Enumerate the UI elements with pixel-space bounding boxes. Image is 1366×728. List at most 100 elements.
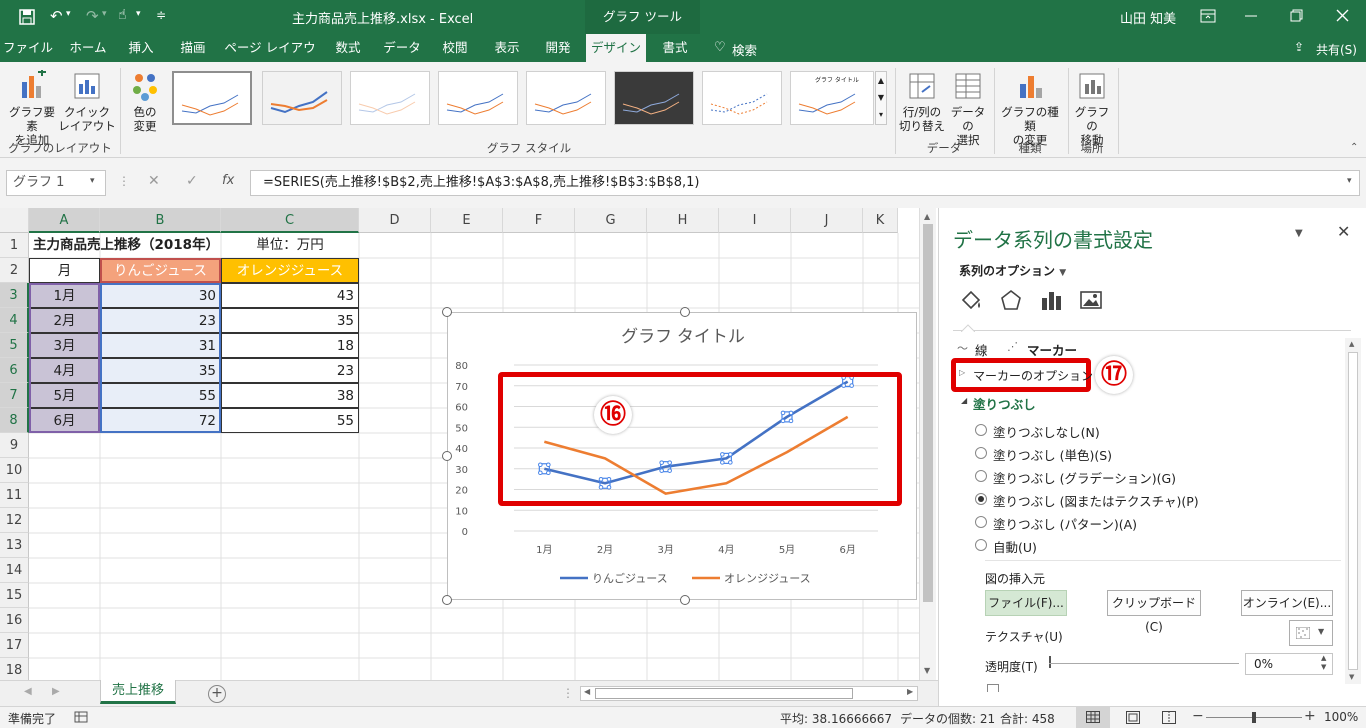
- change-colors-button[interactable]: 色の 変更: [122, 70, 168, 133]
- series-options-dropdown[interactable]: 系列のオプション ▼: [959, 262, 1066, 279]
- fill-radio[interactable]: [975, 470, 987, 482]
- marker-options-section[interactable]: マーカーのオプション: [973, 367, 1093, 384]
- fill-radio[interactable]: [975, 447, 987, 459]
- zoom-out-icon[interactable]: −: [1192, 708, 1204, 724]
- row-header[interactable]: 2: [0, 258, 29, 283]
- expand-triangle-icon[interactable]: ▷: [959, 368, 965, 377]
- name-box-dropdown-icon[interactable]: ▾: [90, 176, 95, 186]
- expand-formula-icon[interactable]: ▾: [1347, 176, 1352, 186]
- move-chart-button[interactable]: グラフの 移動: [1070, 70, 1114, 147]
- touch-dropdown-icon[interactable]: ▾: [136, 9, 141, 19]
- switch-row-column-button[interactable]: 行/列の 切り替え: [898, 70, 946, 133]
- fill-option-label[interactable]: 塗りつぶし (単色)(S): [993, 445, 1112, 464]
- row-header[interactable]: 10: [0, 458, 29, 483]
- sheet-tab-sales[interactable]: 売上推移: [100, 680, 176, 704]
- file-button[interactable]: ファイル(F)...: [985, 590, 1067, 616]
- tab-home[interactable]: ホーム: [60, 34, 116, 62]
- tab-formulas[interactable]: 数式: [322, 34, 374, 62]
- tab-page-layout[interactable]: ページ レイアウト: [222, 34, 318, 83]
- row-header[interactable]: 13: [0, 533, 29, 558]
- collapse-triangle-icon[interactable]: ◢: [961, 396, 967, 405]
- row-header[interactable]: 5: [0, 333, 29, 358]
- transparency-slider-handle[interactable]: [1049, 656, 1051, 668]
- row-header[interactable]: 1: [0, 233, 29, 258]
- fill-option-label[interactable]: 自動(U): [993, 537, 1037, 556]
- zoom-in-icon[interactable]: +: [1304, 708, 1316, 724]
- column-header-b[interactable]: B: [100, 208, 221, 233]
- online-button[interactable]: オンライン(E)...: [1241, 590, 1333, 616]
- orange-value-cell[interactable]: 23: [221, 358, 359, 383]
- row-header[interactable]: 12: [0, 508, 29, 533]
- user-name[interactable]: 山田 知美: [1120, 8, 1176, 27]
- scroll-down-icon[interactable]: ▼: [924, 666, 930, 675]
- share-icon[interactable]: ⇪: [1294, 40, 1304, 54]
- fill-option-label[interactable]: 塗りつぶし (図またはテクスチャ)(P): [993, 491, 1199, 510]
- row-header[interactable]: 8: [0, 408, 29, 433]
- header-cell[interactable]: 月: [29, 258, 100, 283]
- clipboard-button[interactable]: クリップボード(C): [1107, 590, 1201, 634]
- line-tab-icon[interactable]: 〜: [957, 340, 968, 356]
- fill-section[interactable]: 塗りつぶし: [973, 394, 1036, 413]
- row-header[interactable]: 14: [0, 558, 29, 583]
- header-cell[interactable]: オレンジジュース: [221, 258, 359, 283]
- vertical-scroll-thumb[interactable]: [923, 224, 933, 602]
- scroll-left-icon[interactable]: ◀: [584, 687, 590, 696]
- row-header[interactable]: 7: [0, 383, 29, 408]
- column-header-f[interactable]: F: [503, 208, 575, 233]
- column-header-d[interactable]: D: [359, 208, 431, 233]
- row-header[interactable]: 9: [0, 433, 29, 458]
- chart-style-1[interactable]: [172, 71, 252, 125]
- picture-icon[interactable]: [1079, 288, 1103, 312]
- pane-close-icon[interactable]: ✕: [1337, 222, 1350, 241]
- customize-qat-icon[interactable]: ≑: [156, 8, 166, 22]
- tab-view[interactable]: 表示: [484, 34, 530, 62]
- fill-radio[interactable]: [975, 493, 987, 505]
- orange-value-cell[interactable]: 43: [221, 283, 359, 308]
- fill-line-icon[interactable]: [957, 288, 983, 314]
- row-header[interactable]: 16: [0, 608, 29, 633]
- chart-style-8[interactable]: グラフ タイトル: [790, 71, 874, 125]
- page-layout-view-icon[interactable]: [1126, 711, 1140, 724]
- column-header-k[interactable]: K: [863, 208, 898, 233]
- select-data-button[interactable]: データの 選択: [946, 70, 990, 147]
- column-header-g[interactable]: G: [575, 208, 647, 233]
- row-header[interactable]: 6: [0, 358, 29, 383]
- redo-icon[interactable]: ↷: [86, 7, 99, 25]
- touch-mode-icon[interactable]: ☝: [118, 7, 127, 23]
- transparency-slider[interactable]: [1049, 663, 1239, 664]
- column-header-c[interactable]: C: [221, 208, 359, 233]
- next-sheet-icon[interactable]: ▶: [52, 686, 60, 697]
- partial-checkbox[interactable]: [987, 684, 999, 692]
- cancel-entry-icon[interactable]: ✕: [148, 173, 160, 189]
- column-header-a[interactable]: A: [29, 208, 100, 233]
- tab-insert[interactable]: 挿入: [118, 34, 164, 62]
- texture-picker[interactable]: ▼: [1289, 620, 1333, 646]
- row-header[interactable]: 3: [0, 283, 29, 308]
- row-header[interactable]: 15: [0, 583, 29, 608]
- page-break-view-icon[interactable]: [1162, 711, 1176, 724]
- fill-radio[interactable]: [975, 516, 987, 528]
- orange-value-cell[interactable]: 38: [221, 383, 359, 408]
- tab-line[interactable]: 線: [975, 340, 988, 359]
- chart-style-6[interactable]: [614, 71, 694, 125]
- tab-file[interactable]: ファイル: [2, 34, 54, 62]
- collapse-ribbon-icon[interactable]: ⌃: [1350, 142, 1358, 153]
- tab-splitter-icon[interactable]: ⋮: [562, 686, 574, 700]
- scroll-up-icon[interactable]: ▲: [1349, 340, 1354, 348]
- tab-draw[interactable]: 描画: [168, 34, 218, 62]
- pane-scrollbar[interactable]: ▲ ▼: [1345, 338, 1361, 684]
- scroll-up-icon[interactable]: ▲: [924, 212, 930, 221]
- fill-radio[interactable]: [975, 424, 987, 436]
- unit-cell[interactable]: 単位：万円: [221, 233, 359, 258]
- redo-dropdown-icon[interactable]: ▾: [102, 9, 107, 19]
- orange-value-cell[interactable]: 35: [221, 308, 359, 333]
- worksheet-grid[interactable]: ABCDEFGHIJK 1 2 3 4 5 6 7 8 9 10 11 12 13 14 15 16 17 18 …: [0, 208, 938, 683]
- tab-design[interactable]: デザイン: [586, 34, 646, 62]
- zoom-level[interactable]: 100%: [1324, 710, 1358, 724]
- tab-review[interactable]: 校閲: [430, 34, 480, 62]
- quick-layout-button[interactable]: クイック レイアウト: [58, 70, 116, 133]
- normal-view-button[interactable]: [1076, 707, 1110, 728]
- gallery-scroll[interactable]: ▲ ▼ ▾: [875, 71, 887, 125]
- column-header-e[interactable]: E: [431, 208, 503, 233]
- add-chart-element-button[interactable]: グラフ要素 を追加: [4, 68, 60, 147]
